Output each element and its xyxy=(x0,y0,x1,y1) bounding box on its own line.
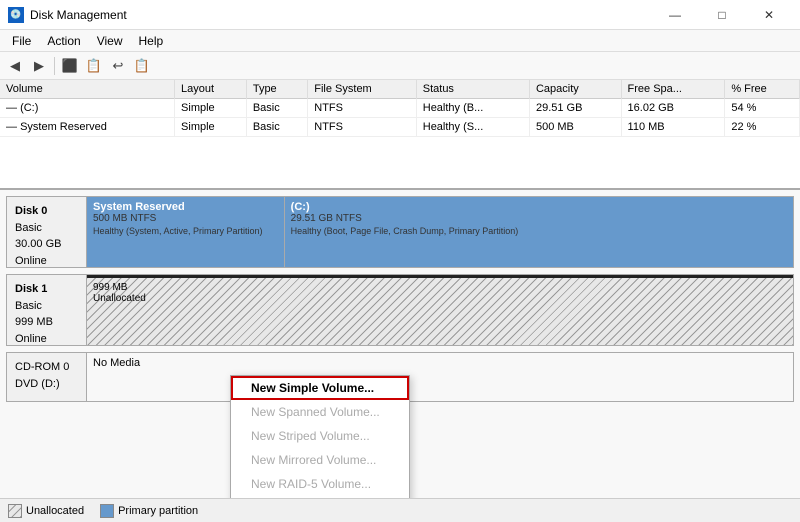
disk1-size: 999 MB xyxy=(15,314,78,331)
disk0-name: Disk 0 xyxy=(15,203,78,220)
col-percentfree[interactable]: % Free xyxy=(725,80,800,99)
disk0-size: 30.00 GB xyxy=(15,236,78,253)
disk0-status: Online xyxy=(15,253,78,270)
toolbar-sep1 xyxy=(54,57,55,75)
cdrom-label: CD-ROM 0 DVD (D:) xyxy=(7,353,87,401)
legend-unalloc-box xyxy=(8,504,22,518)
app-icon: 💿 xyxy=(8,7,24,23)
row0-free: 16.02 GB xyxy=(621,99,725,118)
ctx-new-simple[interactable]: New Simple Volume... xyxy=(231,376,409,400)
toolbar-btn3[interactable]: ↩ xyxy=(107,55,129,77)
part-c-name: (C:) xyxy=(291,201,787,213)
ctx-new-raid5: New RAID-5 Volume... xyxy=(231,472,409,496)
col-status[interactable]: Status xyxy=(416,80,529,99)
col-type[interactable]: Type xyxy=(246,80,307,99)
row1-capacity: 500 MB xyxy=(529,118,621,137)
partition-c-drive[interactable]: (C:) 29.51 GB NTFS Healthy (Boot, Page F… xyxy=(285,197,793,267)
disk0-partitions: System Reserved 500 MB NTFS Healthy (Sys… xyxy=(87,197,793,267)
ctx-new-mirrored: New Mirrored Volume... xyxy=(231,448,409,472)
legend-primary-label: Primary partition xyxy=(118,505,198,517)
row0-fs: NTFS xyxy=(308,99,416,118)
legend-unallocated: Unallocated xyxy=(8,504,84,518)
menu-action[interactable]: Action xyxy=(39,32,88,50)
part-c-details: 29.51 GB NTFS xyxy=(291,213,787,224)
row1-volume: — System Reserved xyxy=(0,118,175,137)
table-row[interactable]: — (C:) Simple Basic NTFS Healthy (B... 2… xyxy=(0,99,800,118)
menu-view[interactable]: View xyxy=(89,32,131,50)
col-freespace[interactable]: Free Spa... xyxy=(621,80,725,99)
disk0-label: Disk 0 Basic 30.00 GB Online xyxy=(7,197,87,267)
title-bar-controls: — □ ✕ xyxy=(652,5,792,25)
toolbar-btn2[interactable]: 📋 xyxy=(83,55,105,77)
title-bar: 💿 Disk Management — □ ✕ xyxy=(0,0,800,30)
col-layout[interactable]: Layout xyxy=(175,80,247,99)
row0-type: Basic xyxy=(246,99,307,118)
row0-pctfree: 54 % xyxy=(725,99,800,118)
col-capacity[interactable]: Capacity xyxy=(529,80,621,99)
cdrom-status: No Media xyxy=(93,357,787,369)
row1-fs: NTFS xyxy=(308,118,416,137)
row0-capacity: 29.51 GB xyxy=(529,99,621,118)
close-button[interactable]: ✕ xyxy=(746,5,792,25)
ctx-new-striped: New Striped Volume... xyxy=(231,424,409,448)
part-c-health: Healthy (Boot, Page File, Crash Dump, Pr… xyxy=(291,226,787,236)
col-volume[interactable]: Volume xyxy=(0,80,175,99)
maximize-button[interactable]: □ xyxy=(699,5,745,25)
row1-status: Healthy (S... xyxy=(416,118,529,137)
toolbar-btn1[interactable]: ⬛ xyxy=(59,55,81,77)
row0-volume: — (C:) xyxy=(0,99,175,118)
volume-table: Volume Layout Type File System Status Ca… xyxy=(0,80,800,190)
menu-help[interactable]: Help xyxy=(131,32,172,50)
row0-layout: Simple xyxy=(175,99,247,118)
ctx-new-spanned: New Spanned Volume... xyxy=(231,400,409,424)
unalloc-label: Unallocated xyxy=(93,293,787,304)
disk1-status: Online xyxy=(15,331,78,348)
unalloc-size: 999 MB xyxy=(93,282,787,293)
disk0-row: Disk 0 Basic 30.00 GB Online System Rese… xyxy=(6,196,794,268)
disk1-label: Disk 1 Basic 999 MB Online xyxy=(7,275,87,345)
col-filesystem[interactable]: File System xyxy=(308,80,416,99)
cdrom-body: No Media xyxy=(87,353,793,401)
menu-file[interactable]: File xyxy=(4,32,39,50)
cdrom-type: DVD (D:) xyxy=(15,376,78,393)
part-sysres-name: System Reserved xyxy=(93,201,278,213)
main-content: Volume Layout Type File System Status Ca… xyxy=(0,80,800,522)
disk1-partitions: 999 MB Unallocated xyxy=(87,275,793,345)
legend-primary: Primary partition xyxy=(100,504,198,518)
row1-type: Basic xyxy=(246,118,307,137)
disk-area: Disk 0 Basic 30.00 GB Online System Rese… xyxy=(0,190,800,498)
row1-pctfree: 22 % xyxy=(725,118,800,137)
part-sysres-details: 500 MB NTFS xyxy=(93,213,278,224)
disk1-row: Disk 1 Basic 999 MB Online 999 MB Unallo… xyxy=(6,274,794,346)
context-menu: New Simple Volume... New Spanned Volume.… xyxy=(230,375,410,498)
legend-unalloc-label: Unallocated xyxy=(26,505,84,517)
disk1-name: Disk 1 xyxy=(15,281,78,298)
cdrom-name: CD-ROM 0 xyxy=(15,359,78,376)
disk0-type: Basic xyxy=(15,220,78,237)
status-bar: Unallocated Primary partition xyxy=(0,498,800,522)
part-sysres-health: Healthy (System, Active, Primary Partiti… xyxy=(93,226,278,236)
legend-primary-box xyxy=(100,504,114,518)
toolbar: ◀ ▶ ⬛ 📋 ↩ 📋 xyxy=(0,52,800,80)
row0-status: Healthy (B... xyxy=(416,99,529,118)
table-row[interactable]: — System Reserved Simple Basic NTFS Heal… xyxy=(0,118,800,137)
title-bar-left: 💿 Disk Management xyxy=(8,7,127,23)
partition-system-reserved[interactable]: System Reserved 500 MB NTFS Healthy (Sys… xyxy=(87,197,285,267)
partition-unallocated[interactable]: 999 MB Unallocated xyxy=(87,275,793,345)
row1-free: 110 MB xyxy=(621,118,725,137)
title-text: Disk Management xyxy=(30,8,127,22)
disk1-type: Basic xyxy=(15,298,78,315)
toolbar-forward[interactable]: ▶ xyxy=(28,55,50,77)
toolbar-back[interactable]: ◀ xyxy=(4,55,26,77)
toolbar-btn4[interactable]: 📋 xyxy=(131,55,153,77)
row1-layout: Simple xyxy=(175,118,247,137)
menu-bar: File Action View Help xyxy=(0,30,800,52)
minimize-button[interactable]: — xyxy=(652,5,698,25)
